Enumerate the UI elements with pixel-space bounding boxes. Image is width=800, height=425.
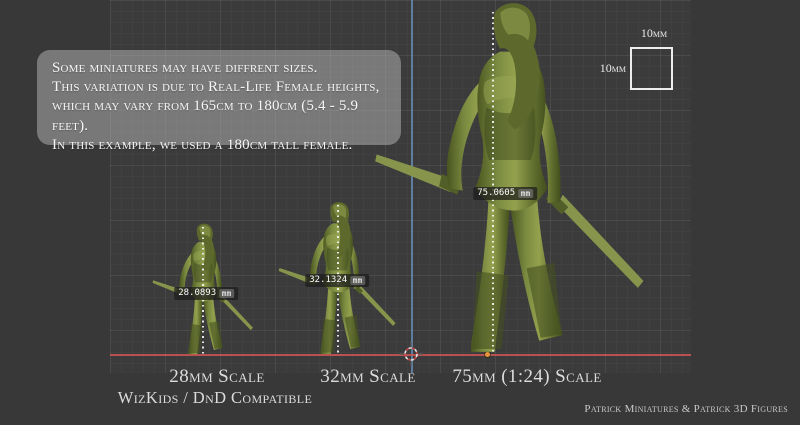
info-line: This variation is due to Real-Life Femal… <box>52 78 386 97</box>
measurement-value: 32.1324 <box>309 275 347 285</box>
measurement-value: 75.0605 <box>477 188 515 198</box>
scale-label-28mm: 28mm Scale <box>169 366 264 388</box>
compatibility-label: WizKids / DnD Compatible <box>118 388 312 408</box>
3d-cursor-icon[interactable] <box>398 341 424 367</box>
info-line: Some miniatures may have diffrent sizes. <box>52 59 386 78</box>
measurement-unit: mm <box>350 276 365 285</box>
viewport-3d[interactable]: 28.0893 mm 32.1324 mm 75.0605 mm Some mi… <box>0 0 800 425</box>
scale-reference-top-label: 10mm <box>641 26 667 41</box>
miniature-75mm[interactable] <box>371 0 649 357</box>
scale-reference-square <box>630 47 673 90</box>
measurement-unit: mm <box>219 289 234 298</box>
brand-watermark: Patrick Miniatures & Patrick 3D Figures <box>584 403 788 415</box>
measurement-label-28mm: 28.0893 mm <box>174 287 238 300</box>
measurement-label-75mm: 75.0605 mm <box>473 187 537 200</box>
measurement-unit: mm <box>518 189 533 198</box>
measurement-label-32mm: 32.1324 mm <box>305 274 369 287</box>
measure-line-75mm <box>492 12 494 353</box>
scale-label-32mm: 32mm Scale <box>320 366 415 388</box>
scale-reference-side-label: 10mm <box>584 61 626 76</box>
info-line: In this example, we used a 180cm tall fe… <box>52 136 386 155</box>
info-line: which may vary from 165cm to 180cm (5.4 … <box>52 97 386 135</box>
scale-label-75mm: 75mm (1:24) Scale <box>452 366 601 388</box>
measurement-value: 28.0893 <box>178 288 216 298</box>
info-box: Some miniatures may have diffrent sizes.… <box>37 50 401 145</box>
